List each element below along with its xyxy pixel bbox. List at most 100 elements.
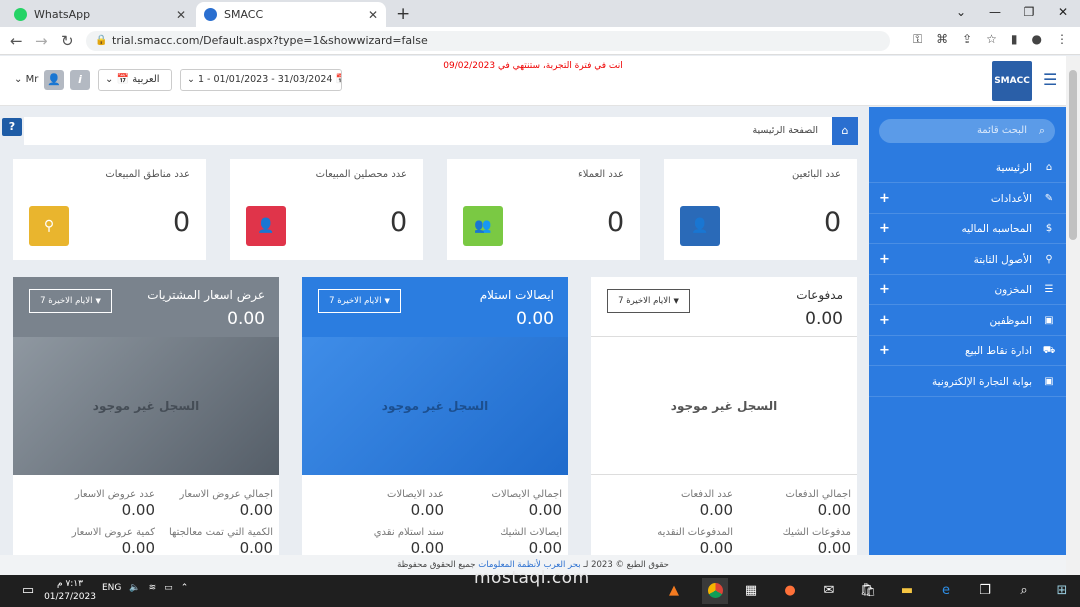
sidebar-item-label: الموظفين bbox=[989, 314, 1032, 327]
stat-value: 0 bbox=[173, 207, 191, 238]
translate-icon[interactable]: ⌘ bbox=[936, 32, 948, 47]
firefox-icon[interactable]: ● bbox=[780, 581, 800, 601]
copyright-prefix: حقوق الطبع © 2023 لـ bbox=[583, 560, 669, 570]
users-icon: 👥 bbox=[463, 206, 503, 246]
stat-title: عدد محصلين المبيعات bbox=[315, 169, 407, 180]
system-tray: ENG 🔈 ≋ ▭ ⌃ bbox=[102, 583, 188, 593]
sidebar-item[interactable]: ☰ المخزون + bbox=[869, 275, 1066, 305]
expand-icon[interactable]: + bbox=[879, 275, 890, 305]
card-body: السجل غير موجود bbox=[591, 337, 857, 475]
sidebar-item[interactable]: ⚲ الأصول الثابتة + bbox=[869, 245, 1066, 275]
chevron-down-icon: ▼ bbox=[95, 297, 101, 305]
tab-smacc[interactable]: SMACC ✕ bbox=[196, 2, 386, 27]
edge-icon[interactable]: e bbox=[936, 581, 956, 601]
key-icon[interactable]: ⚿ bbox=[913, 32, 922, 47]
sidebar-item-label: بوابة التجارة الإلكترونية bbox=[932, 375, 1032, 388]
reload-icon[interactable]: ↻ bbox=[61, 32, 74, 50]
metric-value: 0.00 bbox=[121, 501, 155, 519]
sidebar-item-label: المخزون bbox=[994, 284, 1032, 296]
sidebar-item-label: ادارة نقاط البيع bbox=[965, 345, 1032, 357]
stat-card: عدد العملاء 0 👥 bbox=[447, 159, 640, 260]
minimize-icon[interactable]: — bbox=[978, 0, 1012, 25]
smacc-logo[interactable]: SMACC bbox=[992, 61, 1032, 101]
sidebar-item[interactable]: ▣ بوابة التجارة الإلكترونية bbox=[869, 367, 1066, 397]
expand-icon[interactable]: + bbox=[879, 214, 890, 244]
side-panel-icon[interactable]: ▮ bbox=[1011, 32, 1018, 47]
help-button[interactable]: ? bbox=[2, 118, 22, 136]
volume-icon[interactable]: 🔈 bbox=[129, 583, 140, 593]
mail-icon[interactable]: ✉ bbox=[819, 581, 839, 601]
period-select[interactable]: 7 الايام الاخيرة ▼ bbox=[607, 289, 690, 313]
close-tab-icon[interactable]: ✕ bbox=[368, 8, 378, 22]
stat-title: عدد البائعين bbox=[792, 169, 841, 180]
period-select[interactable]: 7 الايام الاخيرة ▼ bbox=[29, 289, 112, 313]
search-placeholder: البحث قائمة bbox=[976, 125, 1027, 136]
user-menu[interactable]: ⌄ Mr bbox=[14, 74, 38, 85]
metric-label: سند استلام نقدي bbox=[373, 527, 444, 538]
close-window-icon[interactable]: ✕ bbox=[1046, 0, 1080, 25]
expand-icon[interactable]: + bbox=[879, 306, 890, 336]
chrome-icon[interactable] bbox=[702, 578, 728, 604]
sidebar-item[interactable]: ▣ الموظفين + bbox=[869, 306, 1066, 336]
stat-card: عدد محصلين المبيعات 0 👤 bbox=[230, 159, 423, 260]
stat-title: عدد العملاء bbox=[578, 169, 624, 180]
money-icon: ▣ bbox=[1044, 314, 1054, 326]
period-select[interactable]: 7 الايام الاخيرة ▼ bbox=[318, 289, 401, 313]
back-icon[interactable]: ← bbox=[10, 32, 23, 50]
hamburger-menu-icon[interactable]: ☰ bbox=[1043, 70, 1057, 89]
scrollbar-thumb[interactable] bbox=[1069, 70, 1077, 240]
search-icon[interactable]: ⌕ bbox=[1014, 581, 1034, 601]
notification-icon[interactable]: ▭ bbox=[18, 581, 38, 601]
chevron-down-icon: ▼ bbox=[384, 297, 390, 305]
metric-label: المدفوعات النقديه bbox=[657, 527, 733, 538]
vlc-icon[interactable]: ▲ bbox=[664, 581, 684, 601]
calculator-icon[interactable]: ▦ bbox=[741, 581, 761, 601]
url-field[interactable]: 🔒 trial.smacc.com/Default.aspx?type=1&sh… bbox=[86, 31, 890, 51]
restore-icon[interactable]: ❐ bbox=[1012, 0, 1046, 25]
summary-card: مدفوعات 0.00 7 الايام الاخيرة ▼ السجل غير مو… bbox=[591, 277, 857, 575]
store-icon[interactable]: 🛍 bbox=[858, 581, 878, 601]
address-bar: ← → ↻ 🔒 trial.smacc.com/Default.aspx?typ… bbox=[0, 27, 1080, 55]
new-tab-button[interactable]: + bbox=[396, 4, 410, 24]
period-value: 7 الايام الاخيرة bbox=[618, 296, 671, 306]
date-range-picker[interactable]: ⌄ 1 - 01/01/2023 - 31/03/2024 📅 bbox=[180, 69, 342, 91]
profile-icon[interactable]: ● bbox=[1032, 32, 1042, 47]
close-tab-icon[interactable]: ✕ bbox=[176, 8, 186, 22]
url-text: trial.smacc.com/Default.aspx?type=1&show… bbox=[112, 34, 428, 47]
forward-icon[interactable]: → bbox=[35, 32, 48, 50]
info-icon[interactable]: i bbox=[70, 70, 90, 90]
card-title: عرض اسعار المشتريات bbox=[147, 288, 265, 302]
taskbar-date: 01/27/2023 bbox=[44, 592, 96, 602]
expand-icon[interactable]: + bbox=[879, 336, 890, 366]
sidebar-item[interactable]: ✎ الأعدادات + bbox=[869, 184, 1066, 214]
wrench-icon: ✎ bbox=[1044, 192, 1054, 204]
sidebar-search-input[interactable]: البحث قائمة ⌕ bbox=[879, 119, 1055, 143]
expand-icon[interactable]: + bbox=[879, 184, 890, 214]
sidebar-item[interactable]: $ المحاسبه الماليه + bbox=[869, 214, 1066, 244]
start-icon[interactable]: ⊞ bbox=[1052, 581, 1072, 601]
chevron-down-icon[interactable]: ⌄ bbox=[944, 0, 978, 25]
metric-label: عدد الايصالات bbox=[387, 489, 444, 500]
sidebar-item[interactable]: ⛟ ادارة نقاط البيع + bbox=[869, 336, 1066, 366]
expand-icon[interactable]: + bbox=[879, 245, 890, 275]
wifi-icon[interactable]: ≋ bbox=[149, 583, 157, 593]
breadcrumb-label[interactable]: الصفحة الرئيسية bbox=[752, 117, 818, 145]
stat-card: عدد البائعين 0 👤 bbox=[664, 159, 857, 260]
breadcrumb: الصفحة الرئيسية ⌂ bbox=[24, 117, 858, 145]
keyboard-language[interactable]: ENG bbox=[102, 583, 121, 593]
star-icon[interactable]: ☆ bbox=[986, 32, 997, 47]
share-icon[interactable]: ⇪ bbox=[962, 32, 972, 47]
page-scrollbar[interactable] bbox=[1066, 56, 1080, 575]
metric-value: 0.00 bbox=[239, 501, 273, 519]
chevron-up-icon[interactable]: ⌃ bbox=[181, 583, 189, 593]
home-icon[interactable]: ⌂ bbox=[832, 117, 858, 145]
file-explorer-icon[interactable]: ▬ bbox=[897, 581, 917, 601]
battery-icon[interactable]: ▭ bbox=[164, 583, 173, 593]
sidebar-item[interactable]: ⌂ الرئيسية bbox=[869, 153, 1066, 183]
language-select[interactable]: ⌄ 📅 العربية bbox=[98, 69, 172, 91]
taskbar-clock[interactable]: ٧:١٣ م 01/27/2023 bbox=[38, 578, 102, 604]
task-view-icon[interactable]: ❐ bbox=[975, 581, 995, 601]
menu-icon[interactable]: ⋮ bbox=[1056, 32, 1068, 47]
user-avatar-icon[interactable]: 👤 bbox=[44, 70, 64, 90]
tab-whatsapp[interactable]: WhatsApp ✕ bbox=[6, 2, 194, 27]
